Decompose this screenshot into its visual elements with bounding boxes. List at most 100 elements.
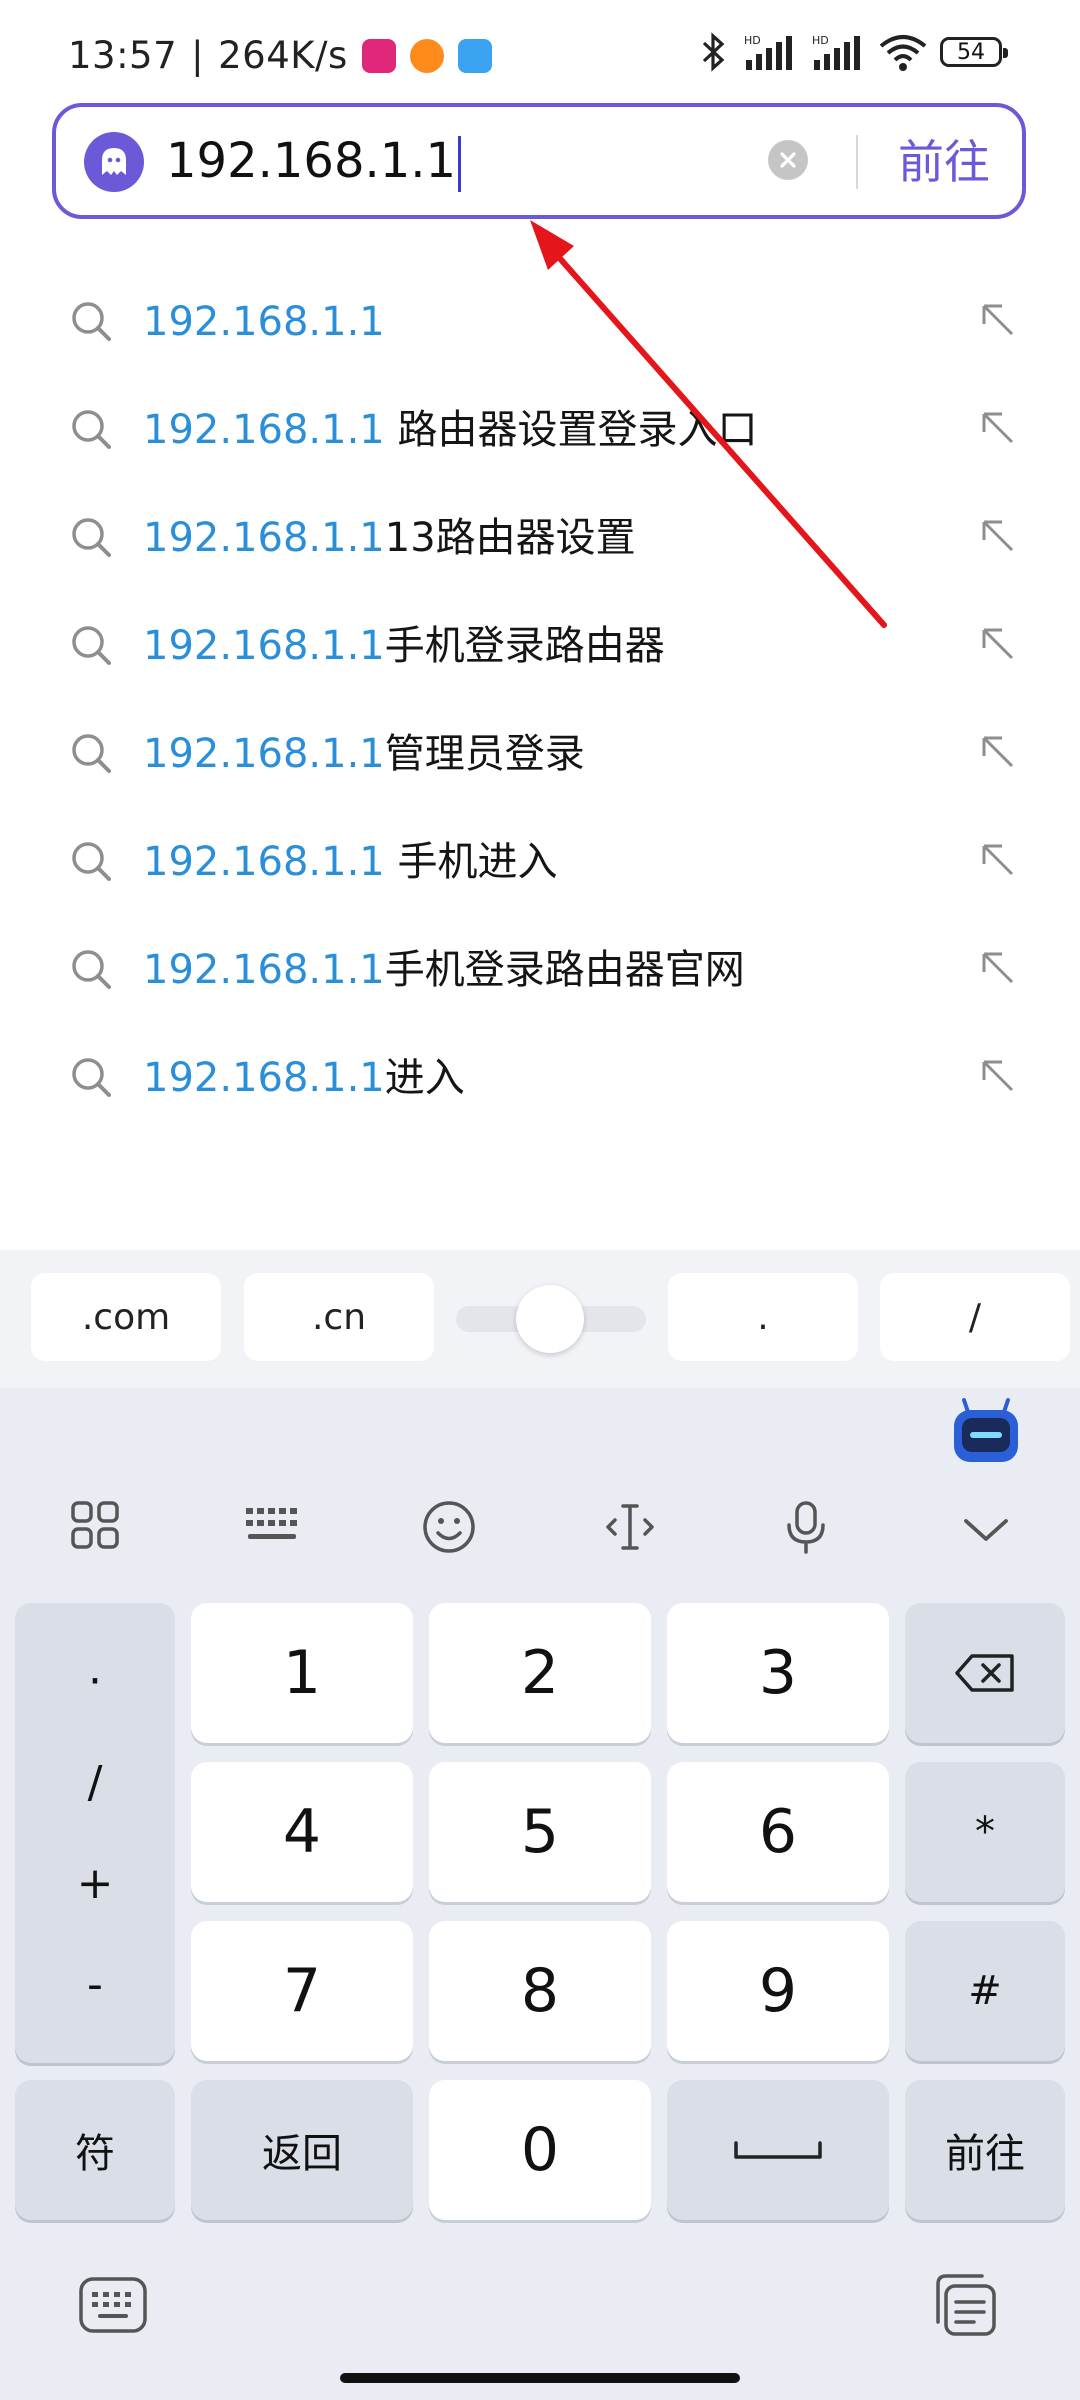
robot-assistant-icon[interactable] [950, 1396, 1022, 1468]
quick-key-slash[interactable]: / [880, 1273, 1070, 1361]
quick-key-com[interactable]: .com [31, 1273, 221, 1361]
suggestion-item[interactable]: 192.168.1.1 路由器设置登录入口 [0, 378, 1080, 486]
battery-level: 54 [957, 39, 985, 65]
symbols-key[interactable]: 符 [15, 2080, 175, 2220]
backspace-key[interactable] [905, 1603, 1065, 1743]
key-middle-dot[interactable]: · [88, 1656, 102, 1707]
key-star[interactable]: * [905, 1762, 1065, 1902]
quick-key-cn[interactable]: .cn [244, 1273, 434, 1361]
status-bar: 13:57 | 264K/s HD HD 54 [0, 0, 1080, 100]
suggestion-item[interactable]: 192.168.1.113路由器设置 [0, 486, 1080, 594]
key-4[interactable]: 4 [191, 1762, 413, 1902]
backspace-icon [955, 1654, 1014, 1692]
text-caret [458, 136, 462, 192]
key-5[interactable]: 5 [429, 1762, 651, 1902]
suggestion-match: 192.168.1.1 [143, 1055, 385, 1101]
suggestion-item[interactable]: 192.168.1.1 [0, 270, 1080, 378]
keyboard-app-icon [457, 38, 492, 73]
fill-in-arrow-icon[interactable] [980, 734, 1016, 770]
search-icon [72, 410, 111, 449]
fill-in-arrow-icon[interactable] [980, 1058, 1016, 1094]
key-plus[interactable]: + [77, 1858, 114, 1909]
microphone-icon[interactable] [784, 1500, 828, 1554]
key-3[interactable]: 3 [667, 1603, 889, 1743]
suggestion-list: 192.168.1.1 192.168.1.1 路由器设置登录入口 192.16… [0, 270, 1080, 1134]
key-2[interactable]: 2 [429, 1603, 651, 1743]
home-indicator[interactable] [340, 2373, 740, 2383]
suggestion-item[interactable]: 192.168.1.1进入 [0, 1026, 1080, 1134]
fill-in-arrow-icon[interactable] [980, 626, 1016, 662]
emoji-icon[interactable] [422, 1500, 476, 1554]
suggestion-match: 192.168.1.1 [143, 731, 385, 777]
key-0[interactable]: 0 [429, 2080, 651, 2220]
key-slash[interactable]: / [88, 1757, 103, 1808]
cursor-slider-thumb[interactable] [516, 1285, 584, 1353]
orange-app-icon [409, 38, 444, 73]
svg-text:HD: HD [812, 34, 829, 47]
search-icon [72, 626, 111, 665]
back-key[interactable]: 返回 [191, 2080, 413, 2220]
clear-icon[interactable] [768, 140, 808, 180]
suggestion-rest: 手机登录路由器 [384, 623, 665, 669]
suggestion-rest: 路由器设置登录入口 [384, 407, 758, 453]
keyboard-layout-icon[interactable] [244, 1500, 300, 1550]
suggestion-rest: 进入 [384, 1055, 465, 1101]
divider [856, 135, 858, 189]
suggestion-item[interactable]: 192.168.1.1手机登录路由器 [0, 594, 1080, 702]
suggestion-item[interactable]: 192.168.1.1 手机进入 [0, 810, 1080, 918]
fill-in-arrow-icon[interactable] [980, 518, 1016, 554]
key-minus[interactable]: - [87, 1959, 103, 2010]
search-icon [72, 518, 111, 557]
suggestion-item[interactable]: 192.168.1.1管理员登录 [0, 702, 1080, 810]
suggestion-rest: 手机登录路由器官网 [384, 947, 745, 993]
key-hash[interactable]: # [905, 1921, 1065, 2061]
fill-in-arrow-icon[interactable] [980, 302, 1016, 338]
hd-signal-icon: HD [812, 34, 860, 70]
suggestion-match: 192.168.1.1 [143, 947, 385, 993]
suggestion-match: 192.168.1.1 [143, 839, 385, 885]
space-key[interactable] [667, 2080, 889, 2220]
suggestion-match: 192.168.1.1 [143, 407, 385, 453]
quick-key-dot[interactable]: . [668, 1273, 858, 1361]
status-time: 13:57 [68, 34, 178, 77]
fill-in-arrow-icon[interactable] [980, 410, 1016, 446]
key-7[interactable]: 7 [191, 1921, 413, 2061]
enter-go-key[interactable]: 前往 [905, 2080, 1065, 2220]
apps-grid-icon[interactable] [70, 1500, 120, 1550]
svg-text:HD: HD [744, 34, 761, 47]
suggestion-match: 192.168.1.1 [143, 515, 385, 561]
search-icon [72, 302, 111, 341]
wifi-icon [879, 35, 927, 71]
suggestion-item[interactable]: 192.168.1.1手机登录路由器官网 [0, 918, 1080, 1026]
symbol-column-key[interactable]: · / + - [15, 1603, 175, 2063]
url-search-bar[interactable]: 192.168.1.1 前往 [52, 103, 1026, 219]
fill-in-arrow-icon[interactable] [980, 842, 1016, 878]
fill-in-arrow-icon[interactable] [980, 950, 1016, 986]
collapse-keyboard-icon[interactable] [962, 1516, 1010, 1544]
key-6[interactable]: 6 [667, 1762, 889, 1902]
quick-input-row: .com .cn . / [0, 1250, 1080, 1389]
search-input-value: 192.168.1.1 [166, 133, 457, 189]
search-icon [72, 734, 111, 773]
search-input[interactable]: 192.168.1.1 [166, 131, 462, 192]
ghost-icon [84, 132, 144, 192]
key-8[interactable]: 8 [429, 1921, 651, 2061]
keyboard-switch-icon[interactable] [78, 2276, 148, 2334]
suggestion-rest: 13路由器设置 [384, 515, 636, 561]
status-separator: | [191, 34, 205, 77]
shopping-app-icon [361, 38, 396, 73]
go-button[interactable]: 前往 [898, 134, 990, 190]
key-1[interactable]: 1 [191, 1603, 413, 1743]
key-9[interactable]: 9 [667, 1921, 889, 2061]
search-icon [72, 950, 111, 989]
search-icon [72, 1058, 111, 1097]
suggestion-match: 192.168.1.1 [143, 623, 385, 669]
suggestion-match: 192.168.1.1 [143, 299, 385, 345]
suggestion-rest: 管理员登录 [384, 731, 585, 777]
space-icon [734, 2141, 822, 2159]
clipboard-icon[interactable] [932, 2272, 998, 2338]
search-icon [72, 842, 111, 881]
hd-signal-icon: HD [744, 34, 792, 70]
cursor-move-icon[interactable] [603, 1500, 657, 1554]
network-speed: 264K/s [218, 34, 348, 77]
